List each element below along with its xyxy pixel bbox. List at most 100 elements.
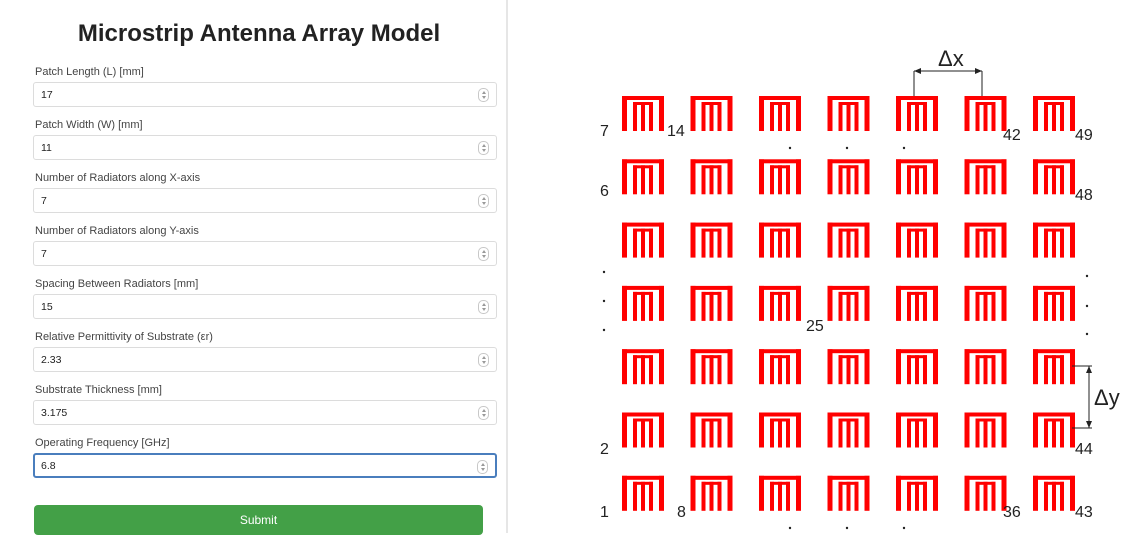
frequency-label: Operating Frequency [GHz] <box>35 437 170 449</box>
antenna-element <box>827 412 870 448</box>
antenna-element <box>896 222 938 258</box>
spinner-icon[interactable] <box>478 353 489 367</box>
antenna-element <box>1033 349 1075 385</box>
submit-button[interactable]: Submit <box>34 505 483 535</box>
radiators-y-label: Number of Radiators along Y-axis <box>35 225 199 237</box>
element-number-44: 44 <box>1075 441 1093 458</box>
dx-dimension <box>913 68 983 96</box>
thickness-input[interactable]: 3.175 <box>33 400 497 425</box>
antenna-element <box>622 412 664 448</box>
antenna-element <box>827 349 870 385</box>
antenna-element <box>964 96 1007 131</box>
element-number-6: 6 <box>600 183 609 200</box>
dx-label: Δx <box>938 46 964 71</box>
antenna-element <box>896 96 938 131</box>
antenna-element <box>964 159 1007 195</box>
element-number-49: 49 <box>1075 127 1093 144</box>
antenna-element <box>759 412 801 448</box>
antenna-element <box>759 96 801 131</box>
patch-length-input[interactable]: 17 <box>33 82 497 107</box>
radiators-y-value: 7 <box>41 248 47 260</box>
element-number-25: 25 <box>806 318 824 335</box>
element-number-7: 7 <box>600 123 609 140</box>
permittivity-label: Relative Permittivity of Substrate (εr) <box>35 331 213 343</box>
antenna-element <box>622 222 664 258</box>
antenna-element <box>964 222 1007 258</box>
form-panel: Microstrip Antenna Array Model Patch Len… <box>0 0 508 535</box>
spinner-icon[interactable] <box>478 194 489 208</box>
antenna-element <box>690 475 733 511</box>
element-number-43: 43 <box>1075 504 1093 521</box>
antenna-element <box>690 412 733 448</box>
antenna-element <box>690 285 733 321</box>
spacing-label: Spacing Between Radiators [mm] <box>35 278 199 290</box>
antenna-element <box>964 475 1007 511</box>
patch-length-value: 17 <box>41 89 53 101</box>
antenna-element <box>622 349 664 385</box>
antenna-elements <box>622 96 1075 511</box>
antenna-element <box>759 159 801 195</box>
permittivity-input[interactable]: 2.33 <box>33 347 497 372</box>
radiators-y-input[interactable]: 7 <box>33 241 497 266</box>
antenna-element <box>1033 96 1075 131</box>
antenna-element <box>622 159 664 195</box>
antenna-element <box>1033 222 1075 258</box>
spacing-value: 15 <box>41 301 53 313</box>
antenna-element <box>827 285 870 321</box>
spinner-icon[interactable] <box>478 141 489 155</box>
antenna-element <box>827 96 870 131</box>
antenna-element <box>1033 412 1075 448</box>
antenna-element <box>759 222 801 258</box>
dy-label: Δy <box>1094 385 1120 410</box>
permittivity-value: 2.33 <box>41 354 62 366</box>
spinner-icon[interactable] <box>478 300 489 314</box>
antenna-element <box>622 285 664 321</box>
antenna-element <box>964 412 1007 448</box>
antenna-element <box>759 285 801 321</box>
frequency-value: 6.8 <box>41 460 56 472</box>
frequency-input[interactable]: 6.8 <box>33 453 497 478</box>
antenna-element <box>690 159 733 195</box>
element-number-8: 8 <box>677 504 686 521</box>
antenna-element <box>622 475 664 511</box>
radiators-x-label: Number of Radiators along X-axis <box>35 172 201 184</box>
antenna-element <box>622 96 664 131</box>
thickness-value: 3.175 <box>41 407 68 419</box>
antenna-element <box>690 349 733 385</box>
spinner-icon[interactable] <box>477 460 488 474</box>
spinner-icon[interactable] <box>478 88 489 102</box>
antenna-element <box>690 222 733 258</box>
element-number-2: 2 <box>600 441 609 458</box>
page-title: Microstrip Antenna Array Model <box>77 20 441 47</box>
antenna-element <box>759 349 801 385</box>
antenna-element <box>896 412 938 448</box>
antenna-element <box>896 349 938 385</box>
radiators-x-input[interactable]: 7 <box>33 188 497 213</box>
patch-width-input[interactable]: 11 <box>33 135 497 160</box>
antenna-element <box>964 285 1007 321</box>
antenna-element <box>1033 159 1075 195</box>
element-number-14: 14 <box>667 123 685 140</box>
antenna-element <box>896 159 938 195</box>
antenna-element <box>827 159 870 195</box>
spinner-icon[interactable] <box>478 247 489 261</box>
element-number-1: 1 <box>600 504 609 521</box>
spinner-icon[interactable] <box>478 406 489 420</box>
antenna-element <box>964 349 1007 385</box>
spacing-input[interactable]: 15 <box>33 294 497 319</box>
patch-width-value: 11 <box>41 142 52 154</box>
antenna-element <box>827 222 870 258</box>
antenna-element <box>690 96 733 131</box>
antenna-element <box>759 475 801 511</box>
antenna-element <box>827 475 870 511</box>
radiators-x-value: 7 <box>41 195 47 207</box>
antenna-element <box>1033 285 1075 321</box>
thickness-label: Substrate Thickness [mm] <box>35 384 162 396</box>
dots <box>602 146 1089 530</box>
antenna-element <box>896 285 938 321</box>
element-number-42: 42 <box>1003 127 1021 144</box>
element-number-36: 36 <box>1003 504 1021 521</box>
antenna-element <box>1033 475 1075 511</box>
element-number-48: 48 <box>1075 187 1093 204</box>
antenna-array-figure: Δx Δy 1 2 6 7 8 14 25 36 42 43 44 48 49 <box>600 46 1120 530</box>
